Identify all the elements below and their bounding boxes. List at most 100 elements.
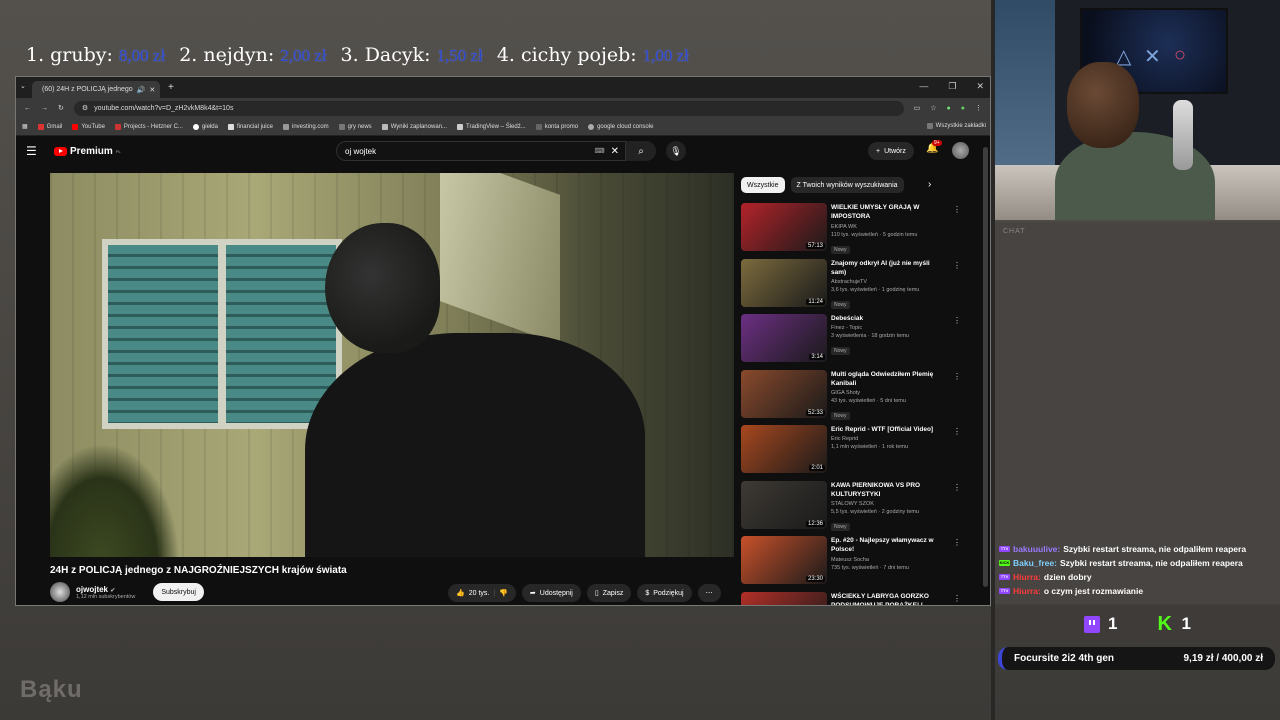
video-thumbnail[interactable]: 2:01	[741, 425, 827, 473]
video-thumbnail[interactable]: 3:14	[741, 314, 827, 362]
video-title[interactable]: Debeściak	[831, 314, 937, 323]
video-thumbnail[interactable]: 11:24	[741, 258, 827, 307]
clear-search-icon[interactable]: ✕	[611, 146, 619, 157]
recommended-video[interactable]: 12:36 KAWA PIERNIKOWA VS PRO KULTURYSTYKI…	[741, 480, 981, 536]
bookmark-item[interactable]: financial juice	[227, 123, 273, 130]
more-vert-icon[interactable]: ⋮	[953, 316, 961, 325]
recommended-video[interactable]: 11:24 Znajomy odkrył AI (już nie myśli sa…	[741, 258, 981, 314]
video-channel[interactable]: GIGA Shoty	[831, 390, 937, 396]
search-value: oj wojtek	[345, 146, 377, 156]
recommended-video[interactable]: WŚCIEKŁY LABRYGA GORZKO PODSUMOWUJE PORA…	[741, 591, 981, 606]
scrollbar[interactable]	[983, 147, 988, 587]
window-close-icon[interactable]: ✕	[976, 81, 984, 92]
voice-search-button[interactable]: 🎙	[666, 141, 686, 161]
notifications-button[interactable]: 🔔 9+	[926, 140, 942, 154]
hamburger-menu-icon[interactable]: ☰	[26, 144, 46, 158]
video-thumbnail[interactable]: 23:30	[741, 536, 827, 584]
apps-icon[interactable]: ▦	[22, 123, 28, 130]
recommended-video[interactable]: 3:14 Debeściak Finez - Topic 3 wyświetlenia…	[741, 314, 981, 369]
video-title[interactable]: KAWA PIERNIKOWA VS PRO KULTURYSTYKI	[831, 481, 937, 500]
youtube-logo[interactable]: Premium PL	[54, 146, 121, 157]
extension-icon[interactable]: ●	[947, 105, 951, 112]
chat-username[interactable]: Baku_free:	[1013, 558, 1057, 568]
more-actions-button[interactable]: ⋯	[697, 584, 721, 602]
bookmark-item[interactable]: gry news	[338, 123, 372, 130]
channel-avatar[interactable]	[50, 582, 70, 602]
recommended-video[interactable]: 57:13 WIELKIE UMYSŁY GRAJĄ W IMPOSTORA EKI…	[741, 203, 981, 258]
save-button[interactable]: ▯ Zapisz	[586, 584, 632, 602]
video-channel[interactable]: Eric Reprid	[831, 436, 937, 442]
site-info-icon[interactable]: ⚙	[82, 104, 88, 112]
video-title[interactable]: Ep. #20 - Najlepszy włamywacz w Polsce!	[831, 536, 937, 555]
video-title[interactable]: Eric Reprid - WTF [Official Video]	[831, 425, 937, 434]
account-avatar[interactable]	[952, 142, 969, 159]
video-thumbnail[interactable]: 57:13	[741, 203, 827, 251]
video-title[interactable]: Multi ogląda Odwiedziłem Plemię Kanibali	[831, 370, 937, 389]
minimize-icon[interactable]: —	[919, 81, 928, 92]
profile-icon[interactable]: ●	[961, 105, 965, 112]
bookmark-item[interactable]: konta promo	[535, 123, 578, 130]
video-thumbnail[interactable]: 12:36	[741, 480, 827, 529]
search-button[interactable]: ⌕	[626, 141, 656, 161]
create-button[interactable]: + Utwórz	[868, 142, 914, 160]
recommended-video[interactable]: 23:30 Ep. #20 - Najlepszy włamywacz w Pol…	[741, 536, 981, 591]
bookmark-star-icon[interactable]: ☆	[930, 104, 936, 112]
channel-name[interactable]: ojwojtek	[76, 585, 108, 594]
like-button[interactable]: 👍 20 tys. | 👎	[448, 584, 516, 602]
more-vert-icon[interactable]: ⋮	[953, 538, 961, 547]
chat-username[interactable]: Hiurra:	[1013, 586, 1041, 596]
video-channel[interactable]: EKIPA WK	[831, 224, 937, 230]
more-vert-icon[interactable]: ⋮	[953, 372, 961, 381]
video-channel[interactable]: AbstrachujeTV	[831, 279, 937, 285]
video-title[interactable]: WŚCIEKŁY LABRYGA GORZKO PODSUMOWUJE PORA…	[831, 592, 937, 606]
more-vert-icon[interactable]: ⋮	[953, 205, 961, 214]
search-input[interactable]: oj wojtek ⌨ ✕	[336, 141, 626, 161]
more-vert-icon[interactable]: ⋮	[953, 427, 961, 436]
reload-icon[interactable]: ↻	[58, 104, 64, 112]
video-thumbnail[interactable]	[741, 591, 827, 605]
chip-all[interactable]: Wszystkie	[741, 177, 785, 193]
new-tab-icon[interactable]: +	[168, 82, 174, 93]
thanks-button[interactable]: $ Podziękuj	[637, 584, 692, 602]
video-channel[interactable]: STALOWY SZOK	[831, 501, 937, 507]
restore-icon[interactable]: ❐	[948, 81, 956, 92]
chip-from-search[interactable]: Z Twoich wyników wyszukiwania	[790, 177, 904, 193]
tab-list-chevron-icon[interactable]: ⌄	[20, 82, 26, 90]
video-channel[interactable]: Mateusz Socha	[831, 557, 937, 563]
url-field[interactable]: ⚙ youtube.com/watch?v=D_zH2vkM8k4&t=10s	[73, 100, 904, 116]
video-title[interactable]: WIELKIE UMYSŁY GRAJĄ W IMPOSTORA	[831, 203, 937, 222]
keyboard-icon[interactable]: ⌨	[595, 147, 605, 155]
chat-username[interactable]: Hiurra:	[1013, 572, 1041, 582]
recommended-video[interactable]: 2:01 Eric Reprid - WTF [Official Video] Er…	[741, 425, 981, 480]
browser-tab[interactable]: (60) 24H z POLICJĄ jednego 🔊 ✕	[32, 81, 160, 98]
cast-icon[interactable]: ▭	[914, 104, 921, 112]
video-thumbnail[interactable]: 52:33	[741, 369, 827, 418]
all-bookmarks[interactable]: Wszystkie zakładki	[926, 123, 986, 129]
tab-close-icon[interactable]: ✕	[149, 86, 155, 94]
more-vert-icon[interactable]: ⋮	[953, 483, 961, 492]
video-channel[interactable]: Finez - Topic	[831, 325, 937, 331]
menu-icon[interactable]: ⋮	[975, 104, 982, 112]
more-vert-icon[interactable]: ⋮	[953, 594, 961, 603]
bookmark-item[interactable]: google cloud console	[588, 123, 653, 130]
recommended-video[interactable]: 52:33 Multi ogląda Odwiedziłem Plemię Kan…	[741, 369, 981, 425]
forward-icon[interactable]: →	[41, 105, 48, 112]
thumbs-down-icon[interactable]: 👎	[499, 589, 508, 597]
video-title[interactable]: Znajomy odkrył AI (już nie myśli sam)	[831, 259, 937, 278]
bookmark-item[interactable]: YouTube	[72, 123, 105, 130]
bookmark-item[interactable]: giełda	[192, 123, 218, 130]
video-player[interactable]	[50, 173, 734, 557]
share-button[interactable]: ➦ Udostępnij	[521, 584, 581, 602]
bookmark-item[interactable]: investing.com	[282, 123, 329, 130]
more-vert-icon[interactable]: ⋮	[953, 261, 961, 270]
bookmark-item[interactable]: Wyniki zaplanowan...	[381, 123, 447, 130]
subscribe-button[interactable]: Subskrybuj	[153, 583, 204, 601]
bookmark-item[interactable]: Projects - Hetzner C...	[114, 123, 183, 130]
chevron-right-icon[interactable]: ›	[928, 179, 931, 190]
audio-icon[interactable]: 🔊	[137, 86, 146, 94]
bookmark-item[interactable]: TradingView – Śledź...	[457, 123, 526, 130]
back-icon[interactable]: ←	[24, 105, 31, 112]
chat-username[interactable]: bakuuulive:	[1013, 544, 1060, 554]
bookmark-item[interactable]: Gmail	[37, 123, 62, 130]
donor-name: Dacyk:	[364, 44, 431, 66]
